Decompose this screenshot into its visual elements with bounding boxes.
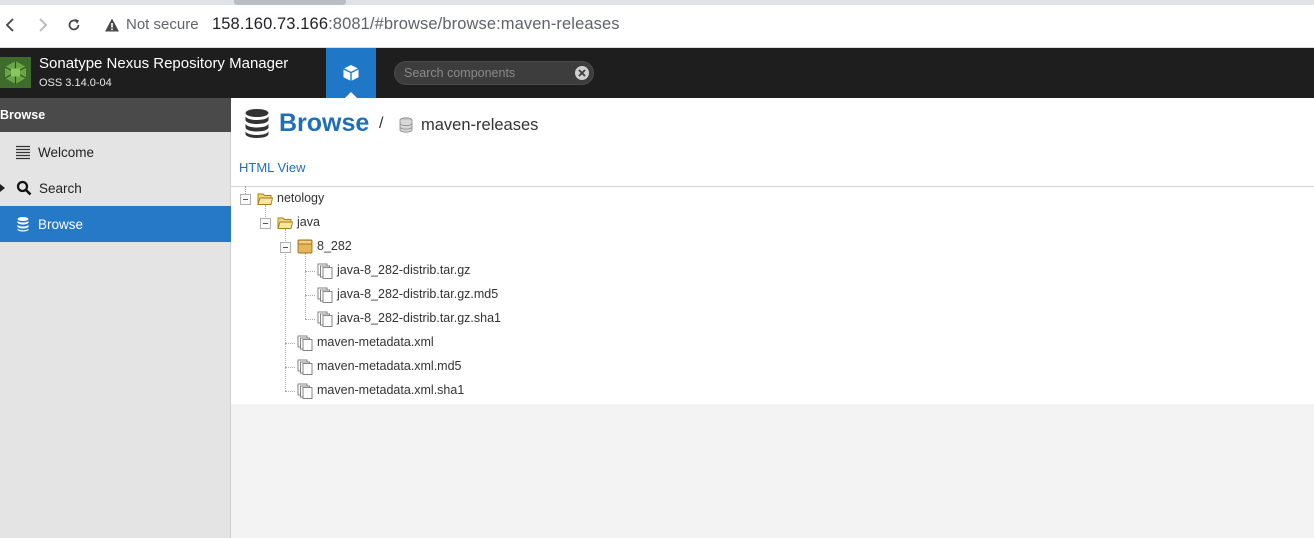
tree-node-label: maven-metadata.xml.sha1: [317, 383, 465, 397]
sidebar-title: Browse: [0, 98, 231, 132]
forward-button[interactable]: [33, 14, 53, 36]
breadcrumb-separator: /: [379, 115, 384, 132]
tree-node-label: java-8_282-distrib.tar.gz.md5: [337, 287, 499, 301]
database-icon: [17, 217, 29, 232]
tree-connector: [305, 271, 315, 272]
search-components-box[interactable]: [394, 61, 594, 85]
tree-node-label: java-8_282-distrib.tar.gz.sha1: [337, 311, 501, 325]
file-asset-icon: [297, 335, 313, 351]
sidebar-item-welcome[interactable]: Welcome: [0, 134, 231, 170]
tree-node-label: 8_282: [317, 239, 352, 253]
app-header: Sonatype Nexus Repository Manager OSS 3.…: [0, 48, 1314, 98]
back-button[interactable]: [0, 14, 20, 36]
tree-connector: [285, 343, 295, 344]
file-asset-icon: [297, 359, 313, 375]
file-asset-icon: [317, 287, 333, 303]
expand-caret-icon[interactable]: [0, 184, 5, 192]
tree-node-label: java: [297, 215, 320, 229]
tree-connector: [245, 186, 246, 194]
folder-open-icon: [257, 193, 273, 205]
chevron-left-icon: [5, 18, 14, 32]
breadcrumb-repository: maven-releases: [421, 116, 539, 134]
main-panel: Browse / maven-releases HTML View netolo…: [231, 98, 1314, 404]
cube-icon: [343, 65, 359, 81]
folder-open-icon: [277, 217, 293, 229]
collapse-toggle-icon[interactable]: [240, 194, 251, 205]
security-label[interactable]: Not secure: [126, 16, 199, 33]
list-icon: [16, 145, 30, 160]
component-tree: netology java 8_282 java-8_282-distrib.t…: [231, 186, 1314, 404]
sidebar-item-label: Search: [39, 180, 82, 196]
file-asset-icon: [317, 311, 333, 327]
url-path: :8081/#browse/browse:maven-releases: [328, 15, 620, 33]
tree-node-label: netology: [277, 191, 325, 205]
url-host: 158.160.73.166: [212, 15, 329, 33]
collapse-toggle-icon[interactable]: [260, 218, 271, 229]
tree-connector: [305, 319, 315, 320]
tree-node-label: java-8_282-distrib.tar.gz: [337, 263, 471, 277]
file-asset-icon: [297, 383, 313, 399]
browser-toolbar: Not secure 158.160.73.166:8081/#browse/b…: [0, 0, 1314, 48]
clear-icon[interactable]: [574, 65, 590, 81]
tree-connector: [285, 367, 295, 368]
sidebar: Browse Welcome Search Browse: [0, 98, 231, 538]
sidebar-item-search[interactable]: Search: [0, 170, 231, 206]
search-icon: [16, 180, 32, 196]
repository-icon: [399, 117, 413, 133]
collapse-toggle-icon[interactable]: [280, 242, 291, 253]
app-title: Sonatype Nexus Repository Manager: [39, 55, 289, 72]
browse-mode-button[interactable]: [326, 48, 376, 98]
page-title[interactable]: Browse: [279, 109, 369, 138]
reload-button[interactable]: [64, 14, 84, 36]
nexus-logo-icon[interactable]: [0, 57, 31, 88]
sidebar-item-label: Welcome: [38, 144, 95, 160]
search-input[interactable]: [404, 65, 574, 81]
database-icon: [245, 109, 269, 138]
tree-connector: [285, 391, 295, 392]
tree-connector: [305, 295, 315, 296]
file-asset-icon: [317, 263, 333, 279]
warning-icon[interactable]: [104, 17, 120, 33]
tree-node-label: maven-metadata.xml.md5: [317, 359, 462, 373]
chevron-right-icon: [39, 18, 48, 32]
tab-strip: [0, 0, 1314, 5]
empty-panel-area: [231, 404, 1314, 538]
component-box-icon: [297, 239, 313, 254]
sidebar-item-label: Browse: [38, 216, 84, 232]
active-tab[interactable]: [234, 0, 346, 5]
tree-connector: [305, 253, 306, 319]
html-view-link[interactable]: HTML View: [239, 160, 305, 175]
address-bar[interactable]: 158.160.73.166:8081/#browse/browse:maven…: [212, 15, 620, 34]
app-version: OSS 3.14.0-04: [39, 77, 112, 89]
reload-icon: [68, 19, 80, 31]
sidebar-item-browse[interactable]: Browse: [0, 206, 231, 242]
tree-node-label: maven-metadata.xml: [317, 335, 434, 349]
